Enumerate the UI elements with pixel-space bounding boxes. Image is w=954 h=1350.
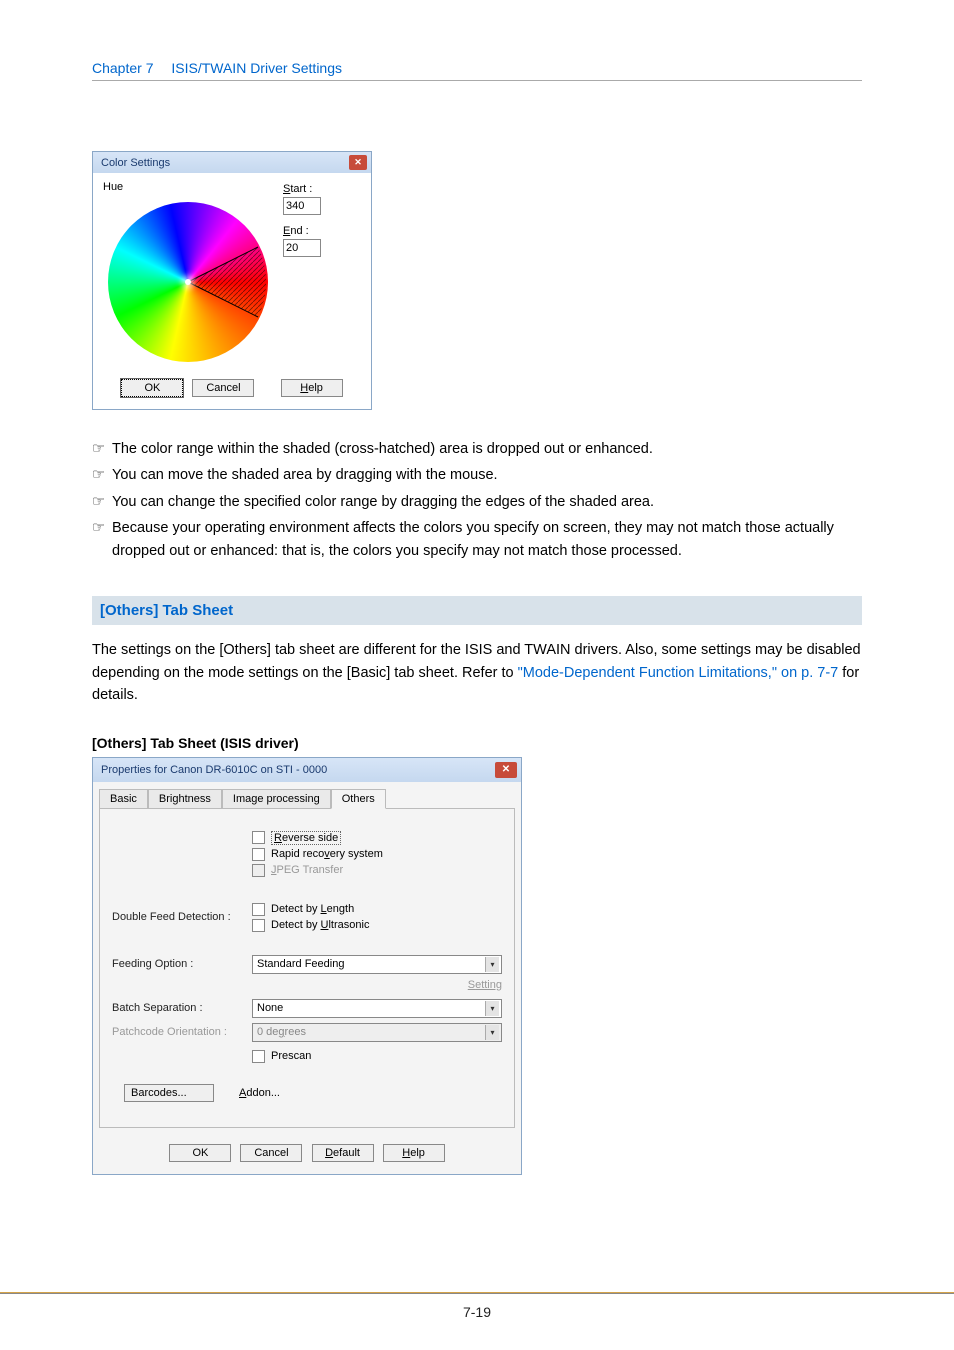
help-button[interactable]: Help [383,1144,445,1162]
page-number: 7-19 [0,1292,954,1320]
color-settings-dialog: Color Settings ✕ Hue [92,151,372,410]
setting-link: Setting [112,979,502,991]
cross-reference-link[interactable]: "Mode-Dependent Function Limitations," o… [518,665,839,681]
page-header: Chapter 7 ISIS/TWAIN Driver Settings [92,60,862,81]
start-label: Start : [283,183,321,195]
feeding-option-select[interactable]: Standard Feeding▾ [252,955,502,974]
tab-image-processing[interactable]: Image processing [222,789,331,808]
properties-dialog: Properties for Canon DR-6010C on STI - 0… [92,757,522,1175]
note-bullet-icon: ☞ [92,491,112,513]
tab-basic[interactable]: Basic [99,789,148,808]
patchcode-orientation-label: Patchcode Orientation : [112,1026,252,1038]
tab-others[interactable]: Others [331,789,386,809]
prescan-checkbox[interactable]: Prescan [252,1050,311,1063]
properties-titlebar: Properties for Canon DR-6010C on STI - 0… [93,758,521,782]
note-text: Because your operating environment affec… [112,517,862,562]
cancel-button[interactable]: Cancel [192,379,254,397]
feeding-option-label: Feeding Option : [112,958,252,970]
chevron-down-icon: ▾ [485,1025,499,1040]
barcodes-button[interactable]: Barcodes... [124,1084,214,1102]
section-title: [Others] Tab Sheet [92,596,862,625]
hue-label: Hue [103,181,273,193]
note-text: The color range within the shaded (cross… [112,438,653,460]
end-input[interactable] [283,239,321,257]
note-text: You can move the shaded area by dragging… [112,464,498,486]
batch-separation-select[interactable]: None▾ [252,999,502,1018]
chevron-down-icon: ▾ [485,957,499,972]
note-bullet-icon: ☞ [92,438,112,460]
hue-wheel[interactable] [103,197,273,367]
patchcode-orientation-select: 0 degrees▾ [252,1023,502,1042]
rapid-recovery-checkbox[interactable]: Rapid recovery system [252,848,502,861]
end-label: End : [283,225,321,237]
close-icon[interactable]: ✕ [495,762,517,778]
cancel-button[interactable]: Cancel [240,1144,302,1162]
color-dialog-titlebar: Color Settings ✕ [93,152,371,173]
jpeg-transfer-checkbox: JPEG Transfer [252,864,502,877]
note-bullet-icon: ☞ [92,517,112,562]
properties-title: Properties for Canon DR-6010C on STI - 0… [101,764,327,776]
tab-panel-others: Reverse side Rapid recovery system JPEG … [99,808,515,1128]
chevron-down-icon: ▾ [485,1001,499,1016]
note-text: You can change the specified color range… [112,491,654,513]
ok-button[interactable]: OK [169,1144,231,1162]
note-bullet-icon: ☞ [92,464,112,486]
batch-separation-label: Batch Separation : [112,1002,252,1014]
color-dialog-title: Color Settings [101,157,170,169]
default-button[interactable]: Default [312,1144,374,1162]
notes-list: ☞The color range within the shaded (cros… [92,438,862,562]
tab-brightness[interactable]: Brightness [148,789,222,808]
reverse-side-checkbox[interactable]: Reverse side [252,831,502,845]
double-feed-label: Double Feed Detection : [112,911,252,923]
start-input[interactable] [283,197,321,215]
subheading: [Others] Tab Sheet (ISIS driver) [92,735,862,751]
detect-by-length-checkbox[interactable]: Detect by Length [252,903,502,916]
detect-by-ultrasonic-checkbox[interactable]: Detect by Ultrasonic [252,919,502,932]
chapter-title: ISIS/TWAIN Driver Settings [171,60,342,76]
ok-button[interactable]: OK [121,379,183,397]
chapter-label: Chapter 7 [92,60,153,76]
section-body: The settings on the [Others] tab sheet a… [92,639,862,706]
help-button[interactable]: Help [281,379,343,397]
close-icon[interactable]: ✕ [349,155,367,170]
addon-link[interactable]: Addon... [239,1087,280,1099]
tab-strip: BasicBrightnessImage processingOthers [93,782,521,808]
